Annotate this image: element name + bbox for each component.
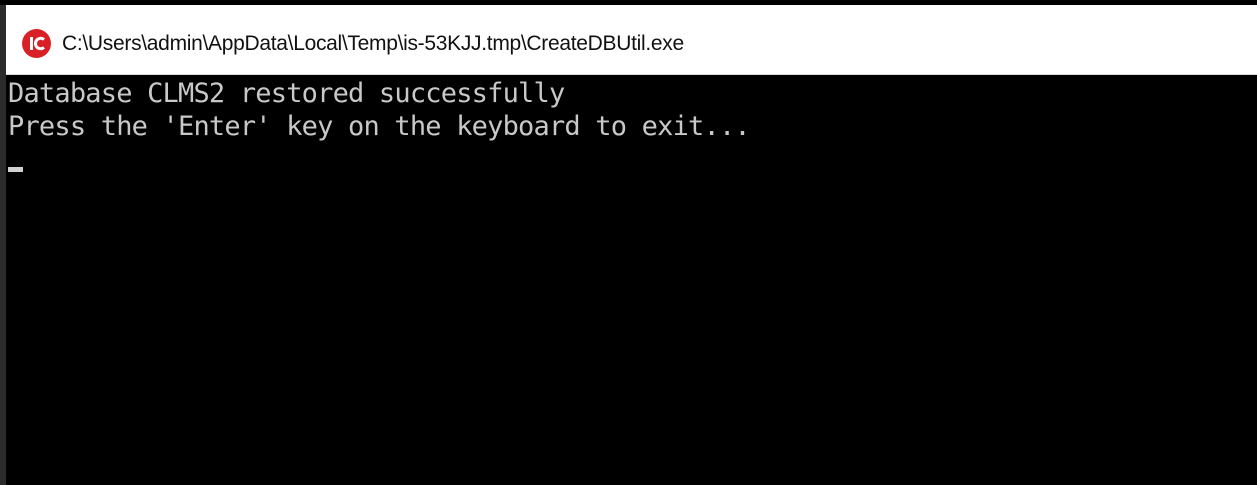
console-window: C:\Users\admin\AppData\Local\Temp\is-53K… <box>0 0 1257 485</box>
console-line-exit-prompt: Press the 'Enter' key on the keyboard to… <box>8 111 751 142</box>
console-line-restore-status: Database CLMS2 restored successfully <box>8 78 565 109</box>
console-output-area[interactable]: Database CLMS2 restored successfully Pre… <box>6 75 1257 485</box>
title-bar[interactable]: C:\Users\admin\AppData\Local\Temp\is-53K… <box>6 5 1257 75</box>
window-title: C:\Users\admin\AppData\Local\Temp\is-53K… <box>62 32 684 55</box>
app-logo-icon[interactable] <box>22 29 51 58</box>
text-cursor <box>8 167 23 172</box>
